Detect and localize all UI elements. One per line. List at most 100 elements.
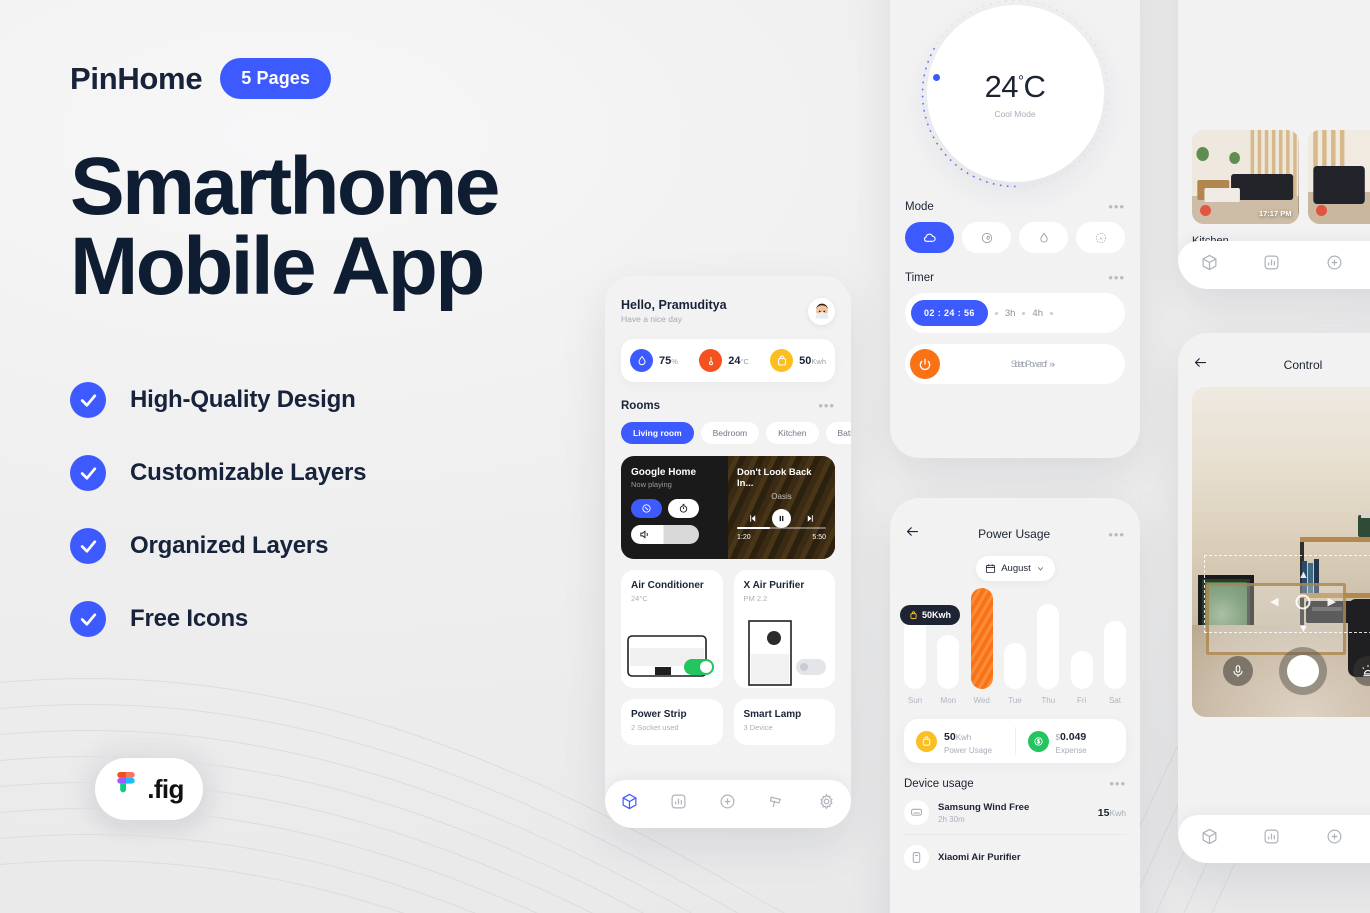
summary-value: $0.049	[1055, 731, 1087, 743]
nav-cube-icon[interactable]	[1201, 828, 1218, 850]
playback-controls	[728, 509, 835, 528]
feature-item: Customizable Layers	[70, 455, 590, 492]
power-slider[interactable]: Slide to Power off »›	[905, 344, 1125, 384]
chevron-down-icon[interactable]: ▼	[1298, 623, 1309, 635]
figma-logo-icon	[117, 771, 135, 792]
more-dots-icon[interactable]: •••	[818, 399, 835, 412]
skip-next-icon[interactable]	[805, 513, 816, 524]
bar-column: Thu	[1037, 604, 1060, 705]
stats-card: 75% 24°C 50Kwh	[621, 339, 835, 382]
volume-slider[interactable]	[631, 525, 699, 544]
camera-tile[interactable]: 17:17 PM	[1192, 130, 1299, 224]
avatar[interactable]	[808, 298, 835, 325]
shutter-button[interactable]	[1279, 647, 1327, 695]
chevron-left-icon[interactable]: ◀	[1270, 595, 1278, 608]
device-detail: PM 2.2	[743, 594, 768, 603]
summary-label: Expense	[1055, 746, 1087, 755]
room-chip-kitchen[interactable]: Kitchen	[766, 422, 819, 444]
greeting-block: Hello, Pramuditya Have a nice day	[621, 298, 727, 324]
cast-icon[interactable]	[631, 499, 662, 518]
device-card-power-strip[interactable]: Power Strip 2 Socket used	[621, 699, 723, 745]
mode-drop-icon[interactable]	[1019, 222, 1068, 253]
dial-handle[interactable]	[932, 74, 940, 81]
power-icon[interactable]	[910, 349, 940, 379]
nav-cube-icon[interactable]	[1201, 254, 1218, 276]
bar[interactable]	[937, 635, 960, 689]
more-dots-icon[interactable]: •••	[1109, 777, 1126, 790]
room-chip-bathroom[interactable]: Bathr	[825, 422, 851, 444]
device-card-smart-lamp[interactable]: Smart Lamp 3 Device	[733, 699, 835, 745]
device-usage-duration: 2h 30m	[938, 814, 965, 824]
pause-icon[interactable]	[772, 509, 791, 528]
siren-icon[interactable]	[1353, 656, 1370, 686]
svg-text:A: A	[1099, 236, 1103, 241]
nav-plus-circle-icon[interactable]	[719, 793, 736, 815]
camera-tile[interactable]	[1307, 130, 1370, 224]
device-usage-name: Samsung Wind Free	[938, 801, 1030, 813]
temperature-dial-wrap[interactable]: 24°C Cool Mode	[921, 0, 1109, 188]
nav-plus-circle-icon[interactable]	[1326, 254, 1343, 276]
nav-gear-icon[interactable]	[818, 793, 835, 815]
device-toggle[interactable]	[683, 659, 714, 675]
feature-list: High-Quality Design Customizable Layers …	[70, 382, 590, 638]
stat-humidity: 75%	[630, 349, 678, 372]
progress-bar[interactable]	[737, 526, 826, 529]
camera-live-viewer[interactable]: ▲ ▼ ◀ ▶	[1192, 387, 1370, 717]
greeting-text: Hello, Pramuditya	[621, 298, 727, 312]
bar[interactable]	[1037, 604, 1060, 689]
bar[interactable]	[904, 617, 926, 689]
nav-stats-bar-icon[interactable]	[1263, 828, 1280, 850]
summary-text-block: $0.049 Expense	[1056, 727, 1087, 755]
room-chip-living-room[interactable]: Living room	[621, 422, 694, 444]
device-card-air-purifier[interactable]: X Air Purifier PM 2.2	[733, 570, 835, 688]
skip-previous-icon[interactable]	[747, 513, 758, 524]
mode-cloud-icon[interactable]	[905, 222, 954, 253]
bar[interactable]	[1103, 621, 1126, 689]
hero-panel: PinHome 5 Pages Smarthome Mobile App Hig…	[70, 58, 590, 674]
microphone-icon[interactable]	[1223, 656, 1253, 686]
page-title: Smarthome Mobile App	[70, 146, 590, 307]
mode-fan-icon[interactable]	[962, 222, 1011, 253]
nav-cctv-camera-icon[interactable]	[769, 793, 786, 815]
mode-auto-icon[interactable]: A	[1076, 222, 1125, 253]
time-elapsed: 1:20	[737, 534, 751, 541]
timer-option-4h[interactable]: 4h	[1032, 308, 1043, 319]
bar-highlight[interactable]	[970, 588, 993, 689]
nav-plus-circle-icon[interactable]	[1326, 828, 1343, 850]
more-dots-icon[interactable]: •••	[1108, 271, 1125, 284]
bar[interactable]	[1070, 651, 1093, 689]
dpad-center-icon[interactable]	[1295, 594, 1311, 610]
nav-cube-icon[interactable]	[621, 793, 638, 815]
nav-stats-bar-icon[interactable]	[670, 793, 687, 815]
greeting-row: Hello, Pramuditya Have a nice day	[621, 298, 835, 325]
device-card-air-conditioner[interactable]: Air Conditioner 24°C	[621, 570, 723, 688]
air-purifier-illustration	[747, 620, 792, 686]
room-chip-bedroom[interactable]: Bedroom	[700, 422, 760, 444]
chevron-right-icon[interactable]: ▶	[1328, 595, 1336, 608]
nav-stats-bar-icon[interactable]	[1263, 254, 1280, 276]
more-dots-icon[interactable]: •••	[1108, 200, 1125, 213]
mode-title: Mode	[905, 200, 934, 213]
bar-label: Thu	[1041, 696, 1056, 705]
power-usage-icon	[910, 610, 917, 619]
timer-option-3h[interactable]: 3h	[1005, 308, 1016, 319]
record-indicator-icon	[1200, 205, 1211, 216]
stat-power: 50Kwh	[770, 349, 826, 372]
stopwatch-icon[interactable]	[668, 499, 699, 518]
device-toggle[interactable]	[796, 659, 826, 675]
month-filter-dropdown[interactable]: August	[975, 556, 1055, 581]
chart-tooltip: 50Kwh	[900, 605, 961, 625]
pan-tilt-dpad[interactable]: ▲ ▼ ◀ ▶	[1270, 569, 1336, 635]
arrow-left-icon[interactable]	[905, 524, 920, 544]
avatar-icon	[814, 303, 829, 319]
chevron-up-icon[interactable]: ▲	[1298, 569, 1309, 581]
timer-current-value[interactable]: 02 : 24 : 56	[911, 300, 988, 326]
phone-home-screen: Hello, Pramuditya Have a nice day 75% 24…	[605, 276, 851, 828]
device-usage-row[interactable]: Samsung Wind Free 2h 30m 15Kwh	[890, 790, 1140, 834]
device-usage-row[interactable]: Xiaomi Air Purifier	[890, 835, 1140, 879]
fig-label: .fig	[147, 773, 184, 804]
air-purifier-icon	[904, 845, 929, 870]
thermostat-content: 24°C Cool Mode Mode ••• A Timer ••• 02:…	[890, 0, 1140, 458]
more-dots-icon[interactable]: •••	[1108, 528, 1125, 541]
bar[interactable]	[1003, 643, 1026, 689]
